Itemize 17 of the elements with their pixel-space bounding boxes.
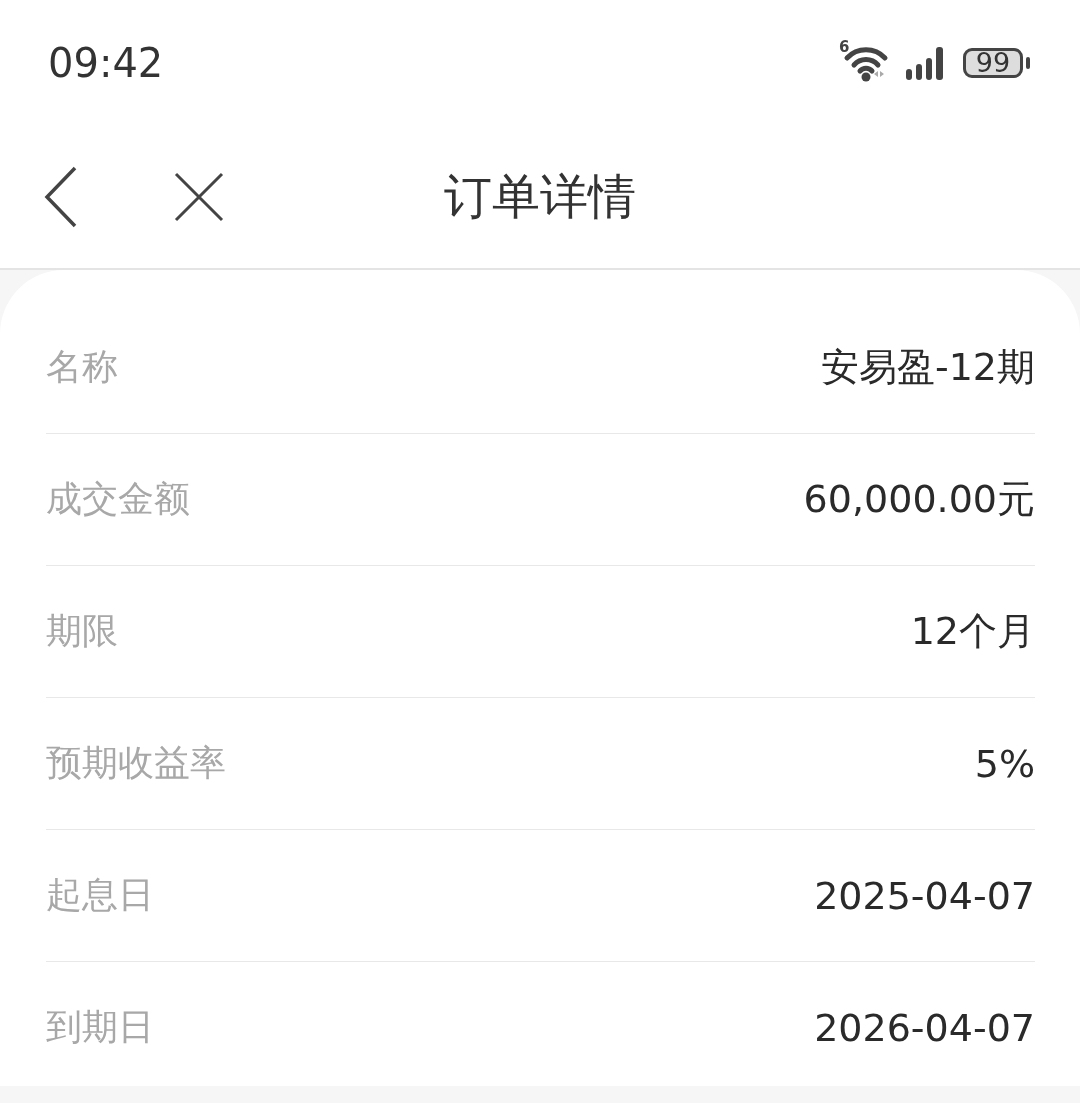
close-icon[interactable] bbox=[174, 171, 224, 222]
clock-time: 09:42 bbox=[48, 39, 165, 86]
field-value: 安易盈-12期 bbox=[820, 344, 1035, 391]
back-icon[interactable] bbox=[44, 165, 78, 228]
field-value: 2026-04-07 bbox=[814, 1005, 1035, 1050]
field-label: 名称 bbox=[46, 345, 118, 389]
field-label: 期限 bbox=[46, 609, 118, 653]
field-value: 60,000.00元 bbox=[803, 476, 1035, 523]
field-label: 起息日 bbox=[46, 873, 154, 917]
page-title: 订单详情 bbox=[444, 166, 636, 226]
field-value: 12个月 bbox=[910, 608, 1035, 655]
field-label: 预期收益率 bbox=[46, 741, 226, 785]
field-label: 到期日 bbox=[46, 1005, 154, 1049]
field-label: 成交金额 bbox=[46, 477, 190, 521]
wifi-standard-label: 6 bbox=[839, 37, 850, 56]
field-value: 2025-04-07 bbox=[814, 873, 1035, 918]
field-value: 5% bbox=[974, 741, 1035, 786]
